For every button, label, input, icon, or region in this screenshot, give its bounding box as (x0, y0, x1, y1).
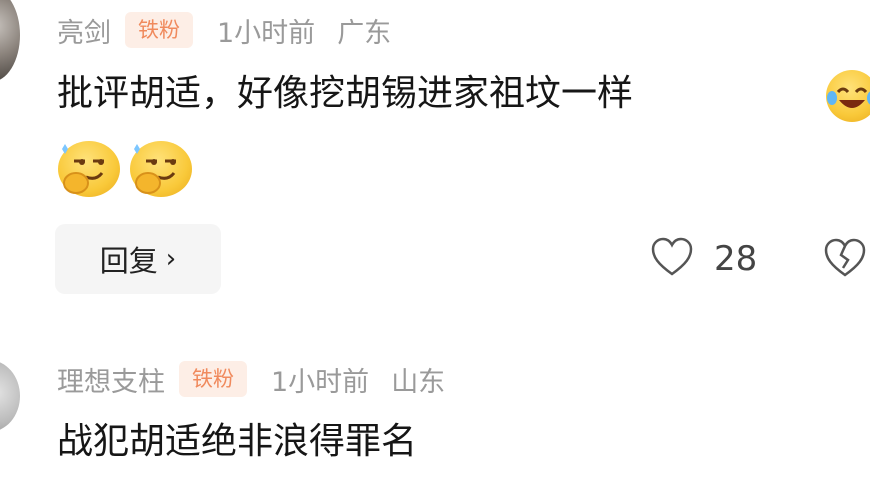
reply-label: 回复 (99, 244, 158, 278)
comment-meta: 理想支柱 铁粉 1小时前 山东 (57, 359, 445, 399)
comment-meta: 亮剑 铁粉 1小时前 广东 (57, 10, 391, 50)
heart-outline-icon (650, 237, 694, 281)
comment-time: 1小时前 (271, 366, 370, 398)
comment-location: 广东 (337, 17, 392, 49)
comment-list: 亮剑 铁粉 1小时前 广东 批评胡适，好像挖胡锡进家祖坟一样 回复 › 28 理… (0, 0, 870, 492)
like-count: 28 (714, 239, 758, 279)
reply-button[interactable]: 回复 › (55, 224, 221, 294)
comment-text: 批评胡适，好像挖胡锡进家祖坟一样 (57, 73, 634, 114)
comment-time: 1小时前 (217, 17, 316, 49)
smirk-emoji-icon (130, 141, 192, 197)
comment-text: 战犯胡适绝非浪得罪名 (57, 421, 418, 462)
broken-heart-icon[interactable] (823, 238, 867, 282)
laughing-emoji-icon (826, 70, 870, 122)
chevron-right-icon: › (165, 244, 177, 274)
fan-badge: 铁粉 (179, 361, 247, 397)
fan-badge: 铁粉 (125, 12, 193, 48)
comment-location: 山东 (391, 366, 446, 398)
username[interactable]: 亮剑 (57, 11, 111, 50)
like-button[interactable]: 28 (650, 236, 757, 282)
avatar[interactable] (0, 360, 20, 432)
smirk-emoji-icon (58, 141, 120, 197)
avatar[interactable] (0, 0, 20, 82)
username[interactable]: 理想支柱 (57, 360, 165, 399)
